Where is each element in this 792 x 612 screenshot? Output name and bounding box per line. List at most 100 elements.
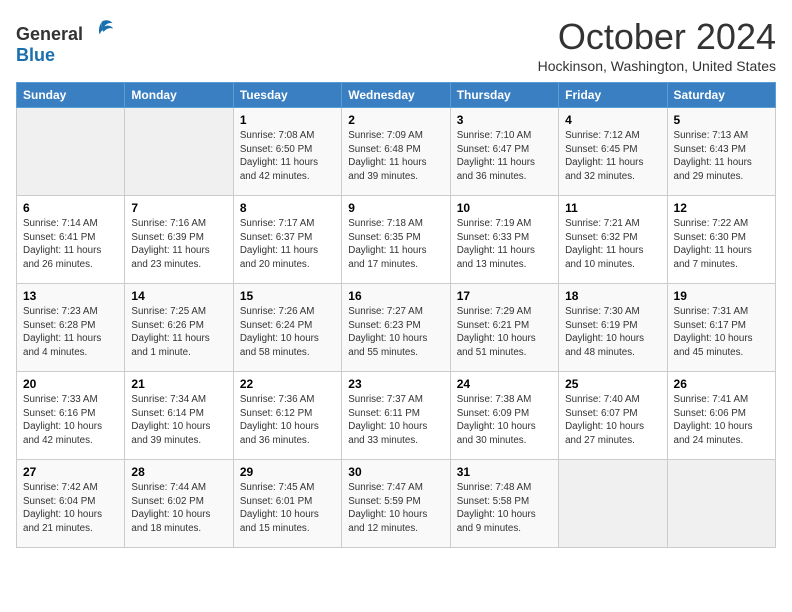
- day-number: 21: [131, 377, 226, 391]
- calendar-cell: 2Sunrise: 7:09 AMSunset: 6:48 PMDaylight…: [342, 108, 450, 196]
- calendar-cell: 14 Sunrise: 7:25 AMSunset: 6:26 PMDayligh…: [125, 284, 233, 372]
- weekday-header-monday: Monday: [125, 83, 233, 108]
- day-number: 17: [457, 289, 552, 303]
- calendar-cell: 7Sunrise: 7:16 AMSunset: 6:39 PMDaylight…: [125, 196, 233, 284]
- calendar-cell: 10 Sunrise: 7:19 AMSunset: 6:33 PMDayligh…: [450, 196, 558, 284]
- day-number: 1: [240, 113, 335, 127]
- day-info: Sunrise: 7:38 AMSunset: 6:09 PMDaylight:…: [457, 393, 552, 448]
- day-info: Sunrise: 7:08 AMSunset: 6:50 PMDaylight:…: [240, 129, 335, 184]
- calendar-cell: 30 Sunrise: 7:47 AMSunset: 5:59 PMDayligh…: [342, 460, 450, 548]
- calendar-cell: 28 Sunrise: 7:44 AMSunset: 6:02 PMDayligh…: [125, 460, 233, 548]
- weekday-header-saturday: Saturday: [667, 83, 775, 108]
- day-number: 24: [457, 377, 552, 391]
- day-info: Sunrise: 7:17 AMSunset: 6:37 PMDaylight:…: [240, 217, 335, 272]
- day-info: Sunrise: 7:47 AMSunset: 5:59 PMDaylight:…: [348, 481, 443, 536]
- day-number: 28: [131, 465, 226, 479]
- day-number: 10: [457, 201, 552, 215]
- calendar-cell: 21 Sunrise: 7:34 AMSunset: 6:14 PMDayligh…: [125, 372, 233, 460]
- logo-general: General: [16, 24, 83, 44]
- day-number: 15: [240, 289, 335, 303]
- calendar-cell: 31 Sunrise: 7:48 AMSunset: 5:58 PMDayligh…: [450, 460, 558, 548]
- day-info: Sunrise: 7:21 AMSunset: 6:32 PMDaylight:…: [565, 217, 660, 272]
- day-info: Sunrise: 7:33 AMSunset: 6:16 PMDaylight:…: [23, 393, 118, 448]
- day-number: 29: [240, 465, 335, 479]
- day-number: 25: [565, 377, 660, 391]
- calendar-cell: 9Sunrise: 7:18 AMSunset: 6:35 PMDaylight…: [342, 196, 450, 284]
- month-title: October 2024: [538, 16, 776, 58]
- day-number: 3: [457, 113, 552, 127]
- calendar-cell: 17 Sunrise: 7:29 AMSunset: 6:21 PMDayligh…: [450, 284, 558, 372]
- day-number: 12: [674, 201, 769, 215]
- day-number: 23: [348, 377, 443, 391]
- logo-text: General Blue: [16, 16, 114, 66]
- weekday-header-thursday: Thursday: [450, 83, 558, 108]
- calendar-cell: 19 Sunrise: 7:31 AMSunset: 6:17 PMDayligh…: [667, 284, 775, 372]
- day-number: 20: [23, 377, 118, 391]
- day-info: Sunrise: 7:19 AMSunset: 6:33 PMDaylight:…: [457, 217, 552, 272]
- day-info: Sunrise: 7:25 AMSunset: 6:26 PMDaylight:…: [131, 305, 226, 360]
- calendar-cell: 26Sunrise: 7:41 AMSunset: 6:06 PMDayligh…: [667, 372, 775, 460]
- calendar-cell: 5Sunrise: 7:13 AMSunset: 6:43 PMDaylight…: [667, 108, 775, 196]
- calendar-cell: 6 Sunrise: 7:14 AMSunset: 6:41 PMDaylight…: [17, 196, 125, 284]
- day-info: Sunrise: 7:44 AMSunset: 6:02 PMDaylight:…: [131, 481, 226, 536]
- title-block: October 2024 Hockinson, Washington, Unit…: [538, 16, 776, 74]
- calendar-cell: 20 Sunrise: 7:33 AMSunset: 6:16 PMDayligh…: [17, 372, 125, 460]
- day-info: Sunrise: 7:45 AMSunset: 6:01 PMDaylight:…: [240, 481, 335, 536]
- weekday-header-sunday: Sunday: [17, 83, 125, 108]
- day-info: Sunrise: 7:10 AMSunset: 6:47 PMDaylight:…: [457, 129, 552, 184]
- weekday-header-row: SundayMondayTuesdayWednesdayThursdayFrid…: [17, 83, 776, 108]
- day-number: 11: [565, 201, 660, 215]
- calendar-cell: 4Sunrise: 7:12 AMSunset: 6:45 PMDaylight…: [559, 108, 667, 196]
- day-number: 6: [23, 201, 118, 215]
- calendar-cell: [559, 460, 667, 548]
- calendar-cell: 13 Sunrise: 7:23 AMSunset: 6:28 PMDayligh…: [17, 284, 125, 372]
- week-row-2: 6 Sunrise: 7:14 AMSunset: 6:41 PMDaylight…: [17, 196, 776, 284]
- calendar-table: SundayMondayTuesdayWednesdayThursdayFrid…: [16, 82, 776, 548]
- logo-blue: Blue: [16, 45, 55, 65]
- day-info: Sunrise: 7:34 AMSunset: 6:14 PMDaylight:…: [131, 393, 226, 448]
- calendar-cell: [667, 460, 775, 548]
- day-info: Sunrise: 7:29 AMSunset: 6:21 PMDaylight:…: [457, 305, 552, 360]
- calendar-cell: 16Sunrise: 7:27 AMSunset: 6:23 PMDayligh…: [342, 284, 450, 372]
- day-number: 30: [348, 465, 443, 479]
- day-info: Sunrise: 7:31 AMSunset: 6:17 PMDaylight:…: [674, 305, 769, 360]
- page-header: General Blue October 2024 Hockinson, Was…: [16, 16, 776, 74]
- day-number: 14: [131, 289, 226, 303]
- day-number: 19: [674, 289, 769, 303]
- weekday-header-tuesday: Tuesday: [233, 83, 341, 108]
- logo: General Blue: [16, 16, 114, 66]
- day-info: Sunrise: 7:37 AMSunset: 6:11 PMDaylight:…: [348, 393, 443, 448]
- day-info: Sunrise: 7:16 AMSunset: 6:39 PMDaylight:…: [131, 217, 226, 272]
- weekday-header-wednesday: Wednesday: [342, 83, 450, 108]
- day-number: 9: [348, 201, 443, 215]
- day-info: Sunrise: 7:09 AMSunset: 6:48 PMDaylight:…: [348, 129, 443, 184]
- calendar-cell: [17, 108, 125, 196]
- day-info: Sunrise: 7:13 AMSunset: 6:43 PMDaylight:…: [674, 129, 769, 184]
- day-info: Sunrise: 7:48 AMSunset: 5:58 PMDaylight:…: [457, 481, 552, 536]
- calendar-cell: 23 Sunrise: 7:37 AMSunset: 6:11 PMDayligh…: [342, 372, 450, 460]
- calendar-cell: 18Sunrise: 7:30 AMSunset: 6:19 PMDayligh…: [559, 284, 667, 372]
- calendar-cell: 24 Sunrise: 7:38 AMSunset: 6:09 PMDayligh…: [450, 372, 558, 460]
- day-number: 18: [565, 289, 660, 303]
- day-info: Sunrise: 7:27 AMSunset: 6:23 PMDaylight:…: [348, 305, 443, 360]
- day-info: Sunrise: 7:14 AMSunset: 6:41 PMDaylight:…: [23, 217, 118, 272]
- day-number: 27: [23, 465, 118, 479]
- day-number: 31: [457, 465, 552, 479]
- day-number: 8: [240, 201, 335, 215]
- week-row-3: 13 Sunrise: 7:23 AMSunset: 6:28 PMDayligh…: [17, 284, 776, 372]
- day-info: Sunrise: 7:23 AMSunset: 6:28 PMDaylight:…: [23, 305, 118, 360]
- day-info: Sunrise: 7:26 AMSunset: 6:24 PMDaylight:…: [240, 305, 335, 360]
- calendar-cell: 3 Sunrise: 7:10 AMSunset: 6:47 PMDaylight…: [450, 108, 558, 196]
- calendar-cell: [125, 108, 233, 196]
- location-title: Hockinson, Washington, United States: [538, 58, 776, 74]
- calendar-cell: 1 Sunrise: 7:08 AMSunset: 6:50 PMDaylight…: [233, 108, 341, 196]
- calendar-cell: 15 Sunrise: 7:26 AMSunset: 6:24 PMDayligh…: [233, 284, 341, 372]
- calendar-cell: 11 Sunrise: 7:21 AMSunset: 6:32 PMDayligh…: [559, 196, 667, 284]
- week-row-4: 20 Sunrise: 7:33 AMSunset: 6:16 PMDayligh…: [17, 372, 776, 460]
- day-info: Sunrise: 7:41 AMSunset: 6:06 PMDaylight:…: [674, 393, 769, 448]
- calendar-cell: 27Sunrise: 7:42 AMSunset: 6:04 PMDayligh…: [17, 460, 125, 548]
- day-info: Sunrise: 7:36 AMSunset: 6:12 PMDaylight:…: [240, 393, 335, 448]
- logo-bird-icon: [90, 16, 114, 40]
- day-number: 13: [23, 289, 118, 303]
- day-info: Sunrise: 7:40 AMSunset: 6:07 PMDaylight:…: [565, 393, 660, 448]
